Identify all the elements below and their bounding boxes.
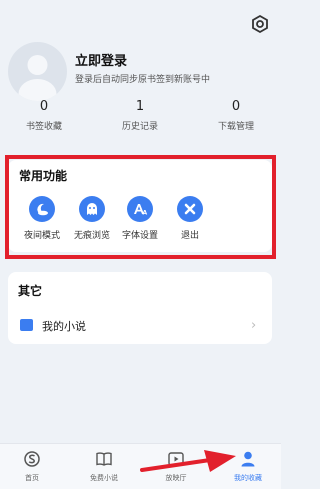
stat-history[interactable]: 1 历史记录: [100, 99, 180, 132]
other-card: 其它 我的小说 ›: [8, 272, 272, 344]
font-settings-label: 字体设置: [121, 231, 158, 241]
night-mode-icon: [29, 196, 55, 222]
stats-row: 0 书签收藏 1 历史记录 0 下载管理: [0, 99, 281, 139]
folder-icon: [20, 319, 33, 331]
stat-value: 1: [135, 99, 145, 114]
stat-label: 书签收藏: [25, 122, 62, 132]
tab-label: 免费小说: [90, 474, 118, 482]
login-subtitle: 登录后自动同步原书签到新账号中: [75, 75, 211, 85]
ghost-icon: [79, 196, 105, 222]
common-functions-card: 常用功能 夜间模式 无痕浏览 A 字体设置 退出: [8, 160, 272, 252]
tab-label: 首页: [25, 474, 39, 482]
exit-label: 退出: [180, 231, 199, 241]
stat-value: 0: [231, 99, 241, 114]
stat-label: 历史记录: [121, 122, 158, 132]
incognito-button[interactable]: 无痕浏览: [66, 196, 118, 241]
exit-button[interactable]: 退出: [164, 196, 216, 241]
night-mode-label: 夜间模式: [23, 231, 60, 241]
other-title: 其它: [18, 284, 43, 298]
stat-value: 0: [39, 99, 49, 114]
incognito-label: 无痕浏览: [73, 231, 110, 241]
svg-text:A: A: [143, 210, 148, 217]
profile-header[interactable]: 立即登录 登录后自动同步原书签到新账号中: [8, 42, 281, 102]
stat-bookmarks[interactable]: 0 书签收藏: [4, 99, 84, 132]
common-functions-title: 常用功能: [19, 169, 68, 183]
settings-gear-icon[interactable]: [250, 14, 270, 34]
stat-label: 下载管理: [217, 122, 254, 132]
font-settings-button[interactable]: A 字体设置: [114, 196, 166, 241]
tab-free-novels[interactable]: 免费小说: [76, 450, 132, 483]
book-icon: [95, 450, 113, 468]
stat-downloads[interactable]: 0 下载管理: [196, 99, 276, 132]
home-icon: [23, 450, 41, 468]
my-novels-label: 我的小说: [42, 320, 86, 333]
avatar[interactable]: [8, 42, 67, 101]
my-novels-row[interactable]: 我的小说 ›: [8, 312, 272, 340]
arrow-pointer-icon: [140, 450, 236, 472]
close-icon: [177, 196, 203, 222]
chevron-right-icon: ›: [251, 318, 257, 333]
night-mode-button[interactable]: 夜间模式: [16, 196, 68, 241]
login-title[interactable]: 立即登录: [75, 50, 127, 69]
user-icon: [239, 450, 257, 468]
tab-home[interactable]: 首页: [4, 450, 60, 483]
font-icon: A: [127, 196, 153, 222]
